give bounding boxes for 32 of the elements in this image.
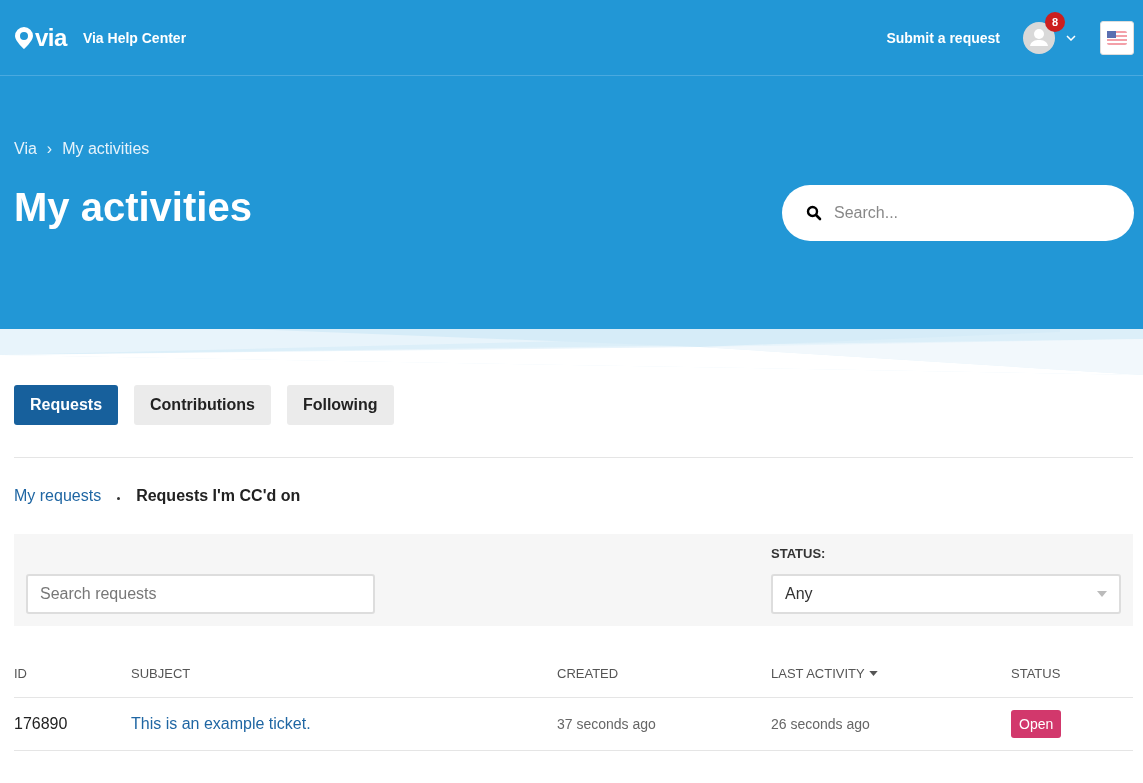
status-select[interactable]: Any: [771, 574, 1121, 614]
pin-icon: [14, 25, 34, 50]
column-header: CREATED: [557, 666, 619, 681]
breadcrumb-separator: ›: [46, 140, 53, 158]
column-header: ID: [14, 666, 27, 681]
search-icon: [806, 205, 822, 221]
dropdown-arrow-icon: [1097, 591, 1107, 597]
page-title: My activities: [14, 185, 252, 230]
subtab-link[interactable]: Requests I'm CC'd on: [136, 487, 301, 505]
subtab-link[interactable]: My requests: [14, 487, 102, 505]
tab[interactable]: Contributions: [134, 385, 271, 425]
search-requests-field[interactable]: Search requests: [26, 574, 375, 614]
column-header[interactable]: LAST ACTIVITY: [771, 666, 865, 681]
table-cell: 26 seconds ago: [771, 716, 870, 732]
search-field[interactable]: Search...: [782, 185, 1134, 241]
tab[interactable]: Requests: [14, 385, 119, 425]
sort-caret-icon[interactable]: [868, 671, 878, 676]
table-cell: 176890: [14, 715, 68, 732]
tab[interactable]: Following: [286, 385, 394, 425]
notification-badge: 8: [1045, 11, 1065, 32]
via-logo[interactable]: via: [14, 25, 67, 50]
flag-icon: [1107, 30, 1127, 45]
column-header: SUBJECT: [131, 666, 191, 681]
status-badge: Open: [1011, 710, 1062, 738]
ticket-link[interactable]: This is an example ticket.: [131, 715, 311, 732]
chevron-down-icon[interactable]: [1066, 34, 1076, 41]
help-center-link[interactable]: Via Help Center: [82, 29, 187, 46]
column-header: STATUS: [1011, 666, 1061, 681]
submit-request-link[interactable]: Submit a request: [886, 29, 1000, 46]
language-button[interactable]: [1100, 20, 1134, 55]
table-cell: 37 seconds ago: [557, 716, 656, 732]
status-label: STATUS:: [771, 546, 827, 561]
